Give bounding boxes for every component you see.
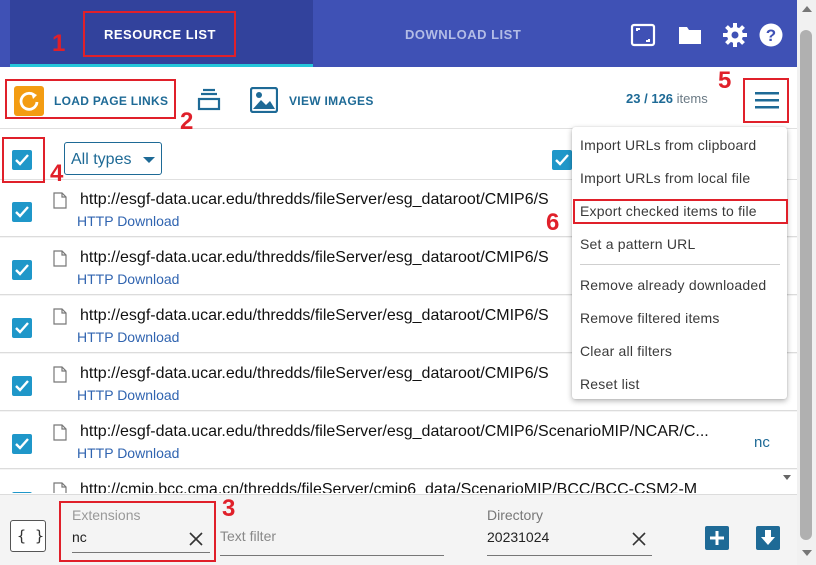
row-checkbox[interactable] (12, 492, 32, 493)
svg-text:?: ? (766, 26, 776, 45)
file-icon (53, 250, 67, 267)
menu-divider (580, 264, 780, 265)
file-icon (53, 482, 67, 493)
row-checkbox[interactable] (12, 434, 32, 454)
count-unit: items (676, 91, 708, 106)
view-images-button[interactable]: VIEW IMAGES (289, 94, 374, 108)
annotation-box-select-all (2, 137, 45, 183)
item-count: 23 / 126 items (626, 91, 708, 106)
row-url[interactable]: http://esgf-data.ucar.edu/thredds/fileSe… (80, 365, 549, 383)
stack-icon[interactable] (196, 87, 222, 113)
directory-label: Directory (487, 507, 544, 523)
annotation-number-5: 5 (718, 67, 732, 94)
secondary-checkbox[interactable] (552, 150, 572, 170)
annotation-box-export (573, 199, 788, 224)
annotation-number-3: 3 (222, 495, 236, 522)
scrollbar-thumb[interactable] (800, 30, 812, 540)
annotation-number-2: 2 (180, 108, 194, 135)
gear-icon[interactable] (722, 22, 748, 48)
row-checkbox[interactable] (12, 376, 32, 396)
menu-item-import-clipboard[interactable]: Import URLs from clipboard (580, 137, 756, 153)
row-checkbox[interactable] (12, 260, 32, 280)
options-menu: Import URLs from clipboard Import URLs f… (572, 127, 787, 399)
row-checkbox[interactable] (12, 202, 32, 222)
file-icon (53, 424, 67, 441)
download-button[interactable] (756, 526, 780, 550)
count-total: 126 (651, 91, 674, 106)
plus-icon (710, 531, 724, 545)
page-scrollbar[interactable] (797, 0, 816, 565)
caret-down-icon (143, 157, 155, 163)
menu-item-reset-list[interactable]: Reset list (580, 376, 640, 392)
annotation-number-1: 1 (52, 30, 66, 57)
annotation-box-menu (743, 78, 789, 123)
directory-underline (487, 555, 652, 556)
fullscreen-icon[interactable] (630, 22, 656, 48)
row-type: HTTP Download (77, 213, 180, 229)
folder-icon[interactable] (677, 22, 703, 48)
count-current: 23 (626, 91, 641, 106)
braces-icon: { } (17, 527, 45, 545)
menu-item-clear-filters[interactable]: Clear all filters (580, 343, 672, 359)
row-extension: nc (754, 434, 770, 451)
row-type: HTTP Download (77, 387, 180, 403)
row-url[interactable]: http://esgf-data.ucar.edu/thredds/fileSe… (80, 249, 549, 267)
text-filter-underline (220, 555, 444, 556)
menu-item-remove-downloaded[interactable]: Remove already downloaded (580, 277, 766, 293)
text-filter-input[interactable]: Text filter (220, 528, 276, 544)
regex-toggle-button[interactable]: { } (10, 520, 46, 552)
tab-download-list-label[interactable]: DOWNLOAD LIST (405, 27, 521, 42)
row-url[interactable]: http://cmip.bcc.cma.cn/thredds/fileServe… (80, 481, 697, 493)
annotation-box-extensions (59, 501, 216, 562)
row-url[interactable]: http://esgf-data.ucar.edu/thredds/fileSe… (80, 191, 549, 209)
list-item[interactable]: http://esgf-data.ucar.edu/thredds/fileSe… (0, 412, 797, 469)
file-icon (53, 366, 67, 383)
menu-item-import-file[interactable]: Import URLs from local file (580, 170, 750, 186)
add-button[interactable] (705, 526, 729, 550)
file-icon (53, 308, 67, 325)
directory-input[interactable]: 20231024 (487, 529, 549, 545)
scroll-down-icon[interactable] (802, 550, 812, 556)
annotation-box-resource-tab (83, 11, 236, 57)
list-item[interactable]: http://cmip.bcc.cma.cn/thredds/fileServe… (0, 470, 797, 493)
annotation-box-load-links (5, 79, 176, 119)
clear-directory-icon[interactable] (632, 532, 646, 546)
row-type: HTTP Download (77, 329, 180, 345)
count-separator: / (644, 91, 648, 106)
menu-item-remove-filtered[interactable]: Remove filtered items (580, 310, 720, 326)
type-filter-value: All types (71, 151, 132, 168)
list-scroll-down-icon[interactable] (783, 475, 791, 480)
annotation-number-6: 6 (546, 209, 560, 236)
download-arrow-icon (761, 530, 775, 545)
annotation-number-4: 4 (50, 160, 64, 187)
menu-item-set-pattern-url[interactable]: Set a pattern URL (580, 236, 695, 252)
row-type: HTTP Download (77, 445, 180, 461)
scroll-up-icon[interactable] (802, 6, 812, 12)
help-icon[interactable]: ? (758, 22, 784, 48)
row-checkbox[interactable] (12, 318, 32, 338)
image-icon[interactable] (250, 87, 278, 113)
row-type: HTTP Download (77, 271, 180, 287)
row-url[interactable]: http://esgf-data.ucar.edu/thredds/fileSe… (80, 307, 549, 325)
row-url[interactable]: http://esgf-data.ucar.edu/thredds/fileSe… (80, 423, 709, 441)
file-icon (53, 192, 67, 209)
type-filter-dropdown[interactable]: All types (64, 142, 162, 175)
